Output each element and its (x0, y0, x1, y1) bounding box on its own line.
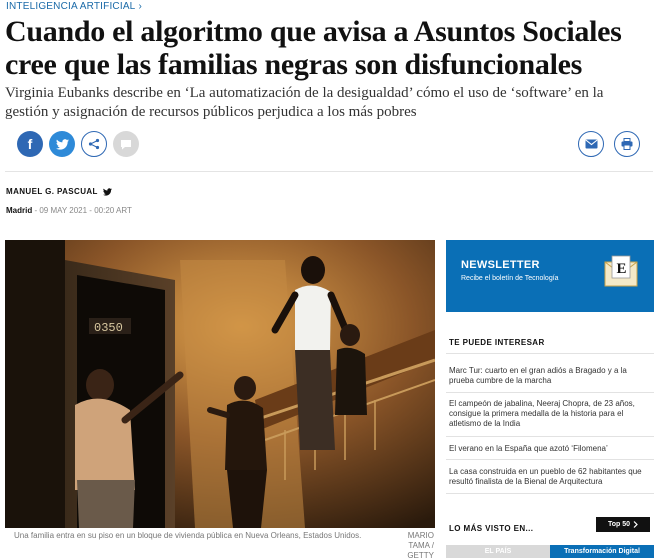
envelope-letter: E (617, 261, 627, 277)
publish-date: - 09 MAY 2021 - 00:20 ART (32, 206, 132, 215)
section-label: INTELIGENCIA ARTIFICIAL (6, 1, 136, 12)
newsletter-subtitle: Recibe el boletín de Tecnología (461, 275, 559, 282)
byline[interactable]: MANUEL G. PASCUAL (6, 187, 112, 196)
twitter-icon (55, 138, 69, 150)
door-number: 0350 (94, 321, 123, 335)
header-divider (5, 171, 653, 172)
interest-divider (446, 493, 654, 494)
newsletter-title: NEWSLETTER (461, 259, 540, 271)
article-headline: Cuando el algoritmo que avisa a Asuntos … (5, 15, 622, 81)
dateline: Madrid - 09 MAY 2021 - 00:20 ART (6, 206, 132, 215)
print-icon (621, 138, 633, 150)
comments-button[interactable] (113, 131, 139, 157)
twitter-icon (102, 187, 112, 196)
article-photo-illustration: 0350 (5, 240, 435, 528)
envelope-icon: E (604, 255, 638, 287)
facebook-icon: f (27, 136, 33, 152)
article-photo: 0350 (5, 240, 435, 528)
article-subhead: Virginia Eubanks describe en ‘La automat… (5, 85, 604, 120)
tab-transformacion-digital[interactable]: Transformación Digital (550, 545, 654, 558)
author-name: MANUEL G. PASCUAL (6, 187, 98, 196)
interest-item[interactable]: El campeón de jabalina, Neeraj Chopra, d… (449, 399, 649, 429)
interest-heading: TE PUEDE INTERESAR (449, 338, 545, 347)
share-icon (88, 138, 100, 150)
interest-item[interactable]: La casa construida en un pueblo de 62 ha… (449, 467, 649, 487)
top50-button[interactable]: Top 50 (596, 517, 650, 532)
email-button[interactable] (578, 131, 604, 157)
twitter-share-button[interactable] (49, 131, 75, 157)
interest-item[interactable]: Marc Tur: cuarto en el gran adiós a Brag… (449, 366, 649, 386)
comment-icon (121, 139, 131, 149)
interest-divider (446, 392, 654, 393)
email-icon (584, 139, 598, 149)
share-button[interactable] (81, 131, 107, 157)
photo-credit: MARIO TAMA / GETTY (407, 531, 434, 558)
print-button[interactable] (614, 131, 640, 157)
interest-divider (446, 353, 654, 354)
section-link[interactable]: INTELIGENCIA ARTIFICIAL › (6, 1, 142, 12)
top50-label: Top 50 (607, 521, 631, 528)
most-viewed-heading: LO MÁS VISTO EN... (449, 524, 534, 533)
interest-item[interactable]: El verano en la España que azotó ‘Filome… (449, 444, 649, 454)
most-viewed-tabs: EL PAÍS Transformación Digital (446, 545, 654, 558)
dateline-city: Madrid (6, 206, 33, 215)
facebook-share-button[interactable]: f (17, 131, 43, 157)
caption-text: Una familia entra en su piso en un bloqu… (14, 531, 362, 540)
share-bar: f (17, 131, 139, 159)
interest-divider (446, 459, 654, 460)
photo-caption: Una familia entra en su piso en un bloqu… (14, 531, 434, 558)
utility-actions (578, 131, 640, 157)
chevron-right-icon (633, 521, 638, 528)
newsletter-banner[interactable]: NEWSLETTER Recibe el boletín de Tecnolog… (446, 240, 654, 312)
interest-divider (446, 436, 654, 437)
tab-el-pais[interactable]: EL PAÍS (446, 545, 550, 558)
chevron-right-icon: › (138, 1, 142, 12)
